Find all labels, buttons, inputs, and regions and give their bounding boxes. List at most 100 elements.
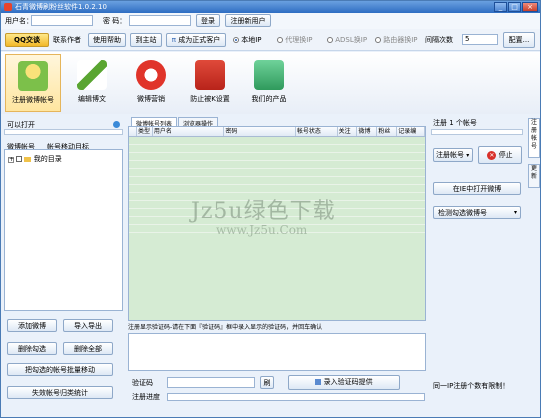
open-in-ie-button[interactable]: 在IE中打开微博 bbox=[433, 182, 521, 195]
account-tree[interactable]: + 我的目录 bbox=[4, 149, 123, 311]
interval-input[interactable]: 5 bbox=[462, 34, 498, 45]
local-ip-radio[interactable] bbox=[233, 37, 239, 43]
adsl-ip-radio[interactable] bbox=[327, 37, 333, 43]
tree-root-item[interactable]: + 我的目录 bbox=[5, 150, 122, 168]
register-account-tool[interactable]: 注册微博帐号 bbox=[5, 54, 61, 112]
weibo-icon bbox=[136, 60, 166, 90]
stop-button[interactable]: ✕ 停止 bbox=[478, 146, 522, 164]
app-logo-icon bbox=[4, 3, 12, 11]
router-ip-radio[interactable] bbox=[375, 37, 381, 43]
window-title: 石青微博刷粉丝软件1.0.2.10 bbox=[15, 3, 107, 11]
feature-bar: 注册微博帐号 编辑博文 微博营销 防止被K设置 我们的产品 bbox=[1, 52, 540, 114]
help-button[interactable]: 使用帮助 bbox=[88, 33, 126, 47]
password-input[interactable] bbox=[129, 15, 191, 26]
tree-root-checkbox[interactable] bbox=[16, 156, 23, 162]
login-button[interactable]: 登录 bbox=[196, 14, 220, 27]
grid-col-status[interactable]: 帐号状态 bbox=[296, 127, 338, 136]
folder-icon bbox=[24, 156, 32, 162]
camera-icon bbox=[254, 60, 284, 90]
local-ip-option[interactable]: 本地IP bbox=[233, 35, 262, 45]
proxy-ip-option[interactable]: 代理换IP bbox=[277, 35, 313, 45]
username-label: 用户名： bbox=[5, 17, 33, 25]
info-icon[interactable] bbox=[113, 121, 120, 128]
our-products-label: 我们的产品 bbox=[251, 95, 287, 103]
anti-k-settings-label: 防止被K设置 bbox=[190, 95, 230, 103]
grid-col-record[interactable]: 记录编 bbox=[397, 127, 425, 136]
pencil-icon bbox=[77, 60, 107, 90]
grid-row[interactable] bbox=[129, 145, 425, 153]
delete-checked-button[interactable]: 删除勾选 bbox=[7, 342, 57, 355]
login-row: 用户名： 密 码： 登录 注册新用户 bbox=[1, 13, 540, 29]
edit-post-label: 编辑博文 bbox=[78, 95, 106, 103]
side-tab-update[interactable]: 更新 bbox=[528, 164, 540, 188]
anti-k-settings-tool[interactable]: 防止被K设置 bbox=[182, 54, 238, 112]
register-account-label: 注册微博帐号 bbox=[12, 96, 54, 104]
maximize-button[interactable]: □ bbox=[508, 2, 521, 12]
expand-icon[interactable]: + bbox=[8, 157, 14, 163]
grid-col-password[interactable]: 密码 bbox=[224, 127, 296, 136]
minimize-button[interactable]: _ bbox=[494, 2, 507, 12]
registered-count: 注册 1 个帐号 bbox=[433, 119, 477, 127]
password-label: 密 码： bbox=[103, 17, 127, 25]
import-export-button[interactable]: 导入导出 bbox=[63, 319, 113, 332]
log-box bbox=[128, 333, 426, 371]
grid-row[interactable] bbox=[129, 185, 425, 193]
app-window: 石青微博刷粉丝软件1.0.2.10 _ □ × 用户名： 密 码： 登录 注册新… bbox=[0, 0, 541, 418]
proxy-ip-radio[interactable] bbox=[277, 37, 283, 43]
tree-root-label: 我的目录 bbox=[33, 155, 62, 163]
registered-progress-bar bbox=[431, 129, 523, 135]
weibo-marketing-tool[interactable]: 微博营销 bbox=[123, 54, 179, 112]
interval-label: 间隔次数 bbox=[425, 36, 453, 44]
grid-col-fans[interactable]: 粉丝 bbox=[377, 127, 398, 136]
submit-icon bbox=[315, 379, 322, 385]
side-tab-register[interactable]: 注册帐号 bbox=[528, 118, 540, 158]
chevron-down-icon: ▾ bbox=[466, 152, 470, 159]
close-button[interactable]: × bbox=[522, 2, 538, 12]
delete-all-button[interactable]: 删除全部 bbox=[63, 342, 113, 355]
limit-note: 同一IP注册个数有限制！ bbox=[433, 382, 510, 390]
config-button[interactable]: 配置... bbox=[503, 32, 535, 48]
qq-chat-button[interactable]: QQ交谈 bbox=[5, 33, 49, 47]
stop-icon: ✕ bbox=[487, 150, 497, 160]
add-weibo-button[interactable]: 添加微博 bbox=[7, 319, 57, 332]
captcha-notice: 注册显示验证码-请在下面『验证码』框中录入显示的验证码，并回车确认 bbox=[128, 324, 323, 331]
grid-row[interactable] bbox=[129, 177, 425, 185]
grid-col-blank bbox=[129, 127, 137, 136]
watermark-url: www.Jz5u.Com bbox=[216, 223, 308, 237]
grid-row[interactable] bbox=[129, 137, 425, 145]
our-products-tool[interactable]: 我们的产品 bbox=[241, 54, 297, 112]
grid-row[interactable] bbox=[129, 153, 425, 161]
adsl-ip-option[interactable]: ADSL换IP bbox=[327, 35, 367, 45]
failed-stats-button[interactable]: 失效帐号归类统计 bbox=[7, 386, 113, 399]
open-progress-bar bbox=[4, 129, 123, 135]
grid-header: 类型 用户名 密码 帐号状态 关注 微博 粉丝 记录编 bbox=[129, 127, 425, 137]
register-progress-bar bbox=[167, 393, 425, 401]
grid-col-username[interactable]: 用户名 bbox=[153, 127, 225, 136]
captcha-label: 验证码 bbox=[132, 379, 153, 387]
edit-post-tool[interactable]: 编辑博文 bbox=[64, 54, 120, 112]
main-toolbar: QQ交谈 联系作者 使用帮助 到主站 π 成为正式客户 本地IP 代理换IP A… bbox=[1, 29, 540, 51]
contact-author-button[interactable]: 联系作者 bbox=[53, 35, 81, 45]
official-site-button[interactable]: 到主站 bbox=[130, 33, 162, 47]
weibo-marketing-label: 微博营销 bbox=[137, 95, 165, 103]
grid-col-follow[interactable]: 关注 bbox=[338, 127, 358, 136]
dropdown-arrow-icon: ▾ bbox=[513, 209, 517, 216]
refresh-captcha-button[interactable]: 刷 bbox=[260, 376, 274, 389]
username-input[interactable] bbox=[31, 15, 93, 26]
title-bar: 石青微博刷粉丝软件1.0.2.10 _ □ × bbox=[1, 1, 540, 13]
router-ip-option[interactable]: 路由器换IP bbox=[375, 35, 418, 45]
batch-move-button[interactable]: 把勾选的帐号批量移动 bbox=[7, 363, 113, 376]
check-accounts-select[interactable]: 检测勾选微博号 ▾ bbox=[433, 206, 521, 219]
captcha-input[interactable] bbox=[167, 377, 255, 388]
watermark-text: Jz5u绿色下载 bbox=[191, 199, 336, 224]
grid-row[interactable] bbox=[129, 169, 425, 177]
grid-col-weibo[interactable]: 微博 bbox=[357, 127, 378, 136]
toolbox-icon bbox=[195, 60, 225, 90]
register-user-button[interactable]: 注册新用户 bbox=[225, 14, 271, 27]
grid-col-type[interactable]: 类型 bbox=[137, 127, 153, 136]
grid-row[interactable] bbox=[129, 161, 425, 169]
upgrade-button[interactable]: π 成为正式客户 bbox=[166, 33, 226, 47]
users-icon bbox=[18, 61, 48, 91]
account-select[interactable]: 注册帐号 ▾ bbox=[433, 148, 473, 162]
submit-captcha-button[interactable]: 录入验证码提供 bbox=[288, 375, 400, 390]
